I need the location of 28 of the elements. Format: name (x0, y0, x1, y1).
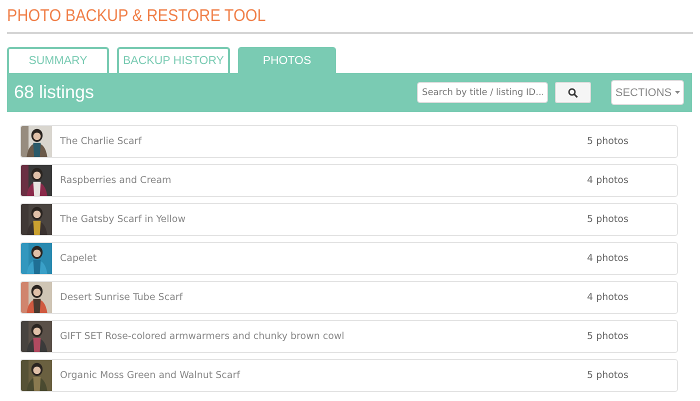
listing-row[interactable]: The Gatsby Scarf in Yellow 5 photos (20, 203, 678, 236)
listing-row[interactable]: The Charlie Scarf 5 photos (20, 125, 678, 158)
listing-title: Raspberries and Cream (60, 175, 172, 186)
photo-count: 4 photos (587, 253, 630, 264)
listing-row[interactable]: Desert Sunrise Tube Scarf 4 photos (20, 281, 678, 314)
listing-title: The Gatsby Scarf in Yellow (60, 214, 186, 225)
listing-title: The Charlie Scarf (60, 136, 143, 147)
photo-count: 5 photos (587, 370, 630, 381)
sections-button[interactable]: SECTIONS (611, 80, 684, 105)
caret-icon (674, 91, 680, 94)
listing-title: GIFT SET Rose-colored armwarmers and chunky brown cowl (60, 331, 346, 342)
listing-title: Desert Sunrise Tube Scarf (60, 292, 184, 303)
search-field[interactable]: Search by title / listing ID... (417, 82, 548, 103)
search-icon (568, 88, 578, 98)
listing-title: Organic Moss Green and Walnut Scarf (60, 370, 242, 381)
photo-count: 5 photos (587, 214, 630, 225)
photo-count: 4 photos (587, 175, 630, 186)
listing-count: 68 listings (14, 82, 96, 103)
listing-row[interactable]: GIFT SET Rose-colored armwarmers and chunky brown cowl 5 photos (20, 320, 678, 353)
listing-row[interactable]: Raspberries and Cream 4 photos (20, 164, 678, 197)
search-button[interactable] (555, 82, 591, 103)
listing-title: Capelet (60, 253, 98, 264)
photo-count: 5 photos (587, 136, 630, 147)
listing-row[interactable]: Capelet 4 photos (20, 242, 678, 275)
photo-count: 5 photos (587, 331, 630, 342)
page-title: PHOTO BACKUP & RESTORE TOOL (7, 6, 266, 27)
listing-row[interactable]: Organic Moss Green and Walnut Scarf 5 photos (20, 359, 678, 392)
photo-count: 4 photos (587, 292, 630, 303)
